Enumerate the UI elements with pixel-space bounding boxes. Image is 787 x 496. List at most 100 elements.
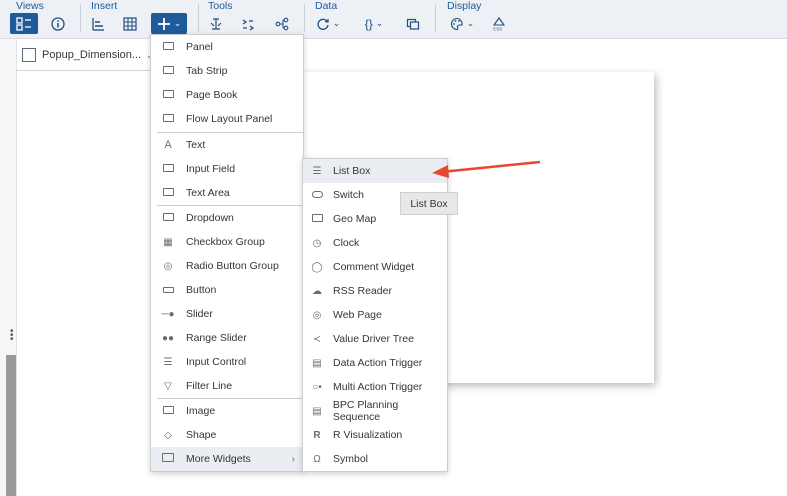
menu-item-dropdown[interactable]: Dropdown: [151, 206, 303, 230]
outline-button[interactable]: [10, 13, 38, 34]
menu-item-comment-widget[interactable]: ◯ Comment Widget: [303, 255, 447, 279]
input-field-icon: [161, 163, 175, 175]
switch-icon: [310, 190, 324, 201]
menu-item-clock[interactable]: ◷ Clock: [303, 231, 447, 255]
scrollbar[interactable]: [6, 355, 16, 496]
menu-item-rss-reader[interactable]: ☁ RSS Reader: [303, 279, 447, 303]
multi-action-icon: ○•: [312, 381, 322, 393]
toolbar: Views Insert Tools Data Display ⌄ ⌄ {} ⌄…: [0, 0, 787, 39]
menu-item-text[interactable]: A Text: [151, 133, 303, 157]
radio-icon: ◎: [163, 260, 173, 272]
text-area-icon: [161, 187, 175, 199]
folder-icon: [161, 453, 175, 465]
copy-button[interactable]: [403, 13, 423, 34]
resize-handle[interactable]: • • •: [10, 327, 14, 345]
flow-layout-icon: [161, 113, 175, 125]
css-button[interactable]: CSS: [489, 13, 509, 34]
menu-item-input-control[interactable]: ☰ Input Control: [151, 350, 303, 374]
theme-button[interactable]: ⌄: [445, 13, 479, 34]
menu-item-checkbox-group[interactable]: ▦ Checkbox Group: [151, 230, 303, 254]
menu-item-value-driver-tree[interactable]: ≺ Value Driver Tree: [303, 327, 447, 351]
menu-item-filter-line[interactable]: ▽ Filter Line: [151, 374, 303, 398]
comment-icon: ◯: [311, 261, 323, 273]
menu-item-list-box[interactable]: ☰ List Box: [303, 159, 447, 183]
menu-item-shape[interactable]: ◇ Shape: [151, 423, 303, 447]
menu-item-input-field[interactable]: Input Field: [151, 157, 303, 181]
menu-item-radio-button-group[interactable]: ◎ Radio Button Group: [151, 254, 303, 278]
compare-button[interactable]: [238, 13, 258, 34]
insert-group-label: Insert: [91, 0, 118, 12]
tree-icon: ≺: [312, 333, 322, 345]
menu-item-slider[interactable]: ─● Slider: [151, 302, 303, 326]
info-icon: [51, 16, 65, 31]
menu-item-button[interactable]: Button: [151, 278, 303, 302]
menu-item-data-action-trigger[interactable]: ▤ Data Action Trigger: [303, 351, 447, 375]
chevron-down-icon: ⌄: [332, 18, 341, 28]
page-tab[interactable]: Popup_Dimension... ⌄: [16, 40, 162, 70]
script-icon: {}: [364, 16, 373, 31]
chart-icon: [92, 17, 104, 31]
outline-icon: [16, 16, 31, 31]
svg-text:CSS: CSS: [493, 26, 502, 31]
info-button[interactable]: [48, 13, 68, 34]
text-icon: A: [164, 139, 172, 151]
menu-item-bpc-planning-sequence[interactable]: ▤ BPC Planning Sequence: [303, 399, 447, 423]
chevron-down-icon: ⌄: [375, 18, 384, 28]
table-icon: [123, 16, 137, 31]
globe-icon: ◎: [312, 309, 322, 321]
list-box-icon: ☰: [312, 165, 322, 177]
data-action-icon: ▤: [312, 357, 322, 369]
rss-icon: ☁: [312, 285, 322, 297]
menu-item-panel[interactable]: Panel: [151, 35, 303, 59]
data-group-label: Data: [315, 0, 338, 12]
button-icon: [161, 285, 175, 296]
tools-group-label: Tools: [208, 0, 233, 12]
symbol-icon: Ω: [313, 453, 321, 465]
dropdown-icon: [161, 212, 175, 224]
range-slider-icon: ●●: [161, 332, 175, 344]
menu-item-flow-layout-panel[interactable]: Flow Layout Panel: [151, 107, 303, 131]
add-icon: [157, 17, 170, 30]
formula-icon: [210, 17, 222, 30]
theme-icon: [450, 17, 463, 30]
slider-icon: ─●: [161, 308, 175, 320]
insert-table-button[interactable]: [120, 13, 140, 34]
refresh-button[interactable]: ⌄: [313, 13, 343, 34]
display-group-label: Display: [447, 0, 482, 12]
input-control-icon: ☰: [163, 356, 173, 368]
menu-item-symbol[interactable]: Ω Symbol: [303, 447, 447, 471]
insert-add-button[interactable]: ⌄: [151, 13, 187, 34]
formula-button[interactable]: [206, 13, 226, 34]
clock-icon: ◷: [312, 237, 322, 249]
chevron-right-icon: ›: [291, 453, 295, 465]
geo-map-icon: [310, 213, 324, 225]
refresh-icon: [317, 18, 329, 30]
page-book-icon: [161, 89, 175, 101]
menu-item-image[interactable]: Image: [151, 399, 303, 423]
menu-item-tab-strip[interactable]: Tab Strip: [151, 59, 303, 83]
page-tab-label: Popup_Dimension...: [42, 49, 142, 61]
chevron-down-icon: ⌄: [173, 18, 182, 28]
css-icon: CSS: [492, 16, 506, 31]
insert-menu: Panel Tab Strip Page Book Flow Layout Pa…: [150, 34, 304, 472]
menu-item-r-visualization[interactable]: R R Visualization: [303, 423, 447, 447]
script-button[interactable]: {} ⌄: [357, 13, 391, 34]
menu-item-page-book[interactable]: Page Book: [151, 83, 303, 107]
copy-icon: [406, 18, 420, 30]
menu-item-range-slider[interactable]: ●● Range Slider: [151, 326, 303, 350]
annotation-arrow: [432, 160, 541, 178]
flow-button[interactable]: [272, 13, 292, 34]
compare-icon: [242, 19, 255, 30]
menu-item-more-widgets[interactable]: More Widgets ›: [151, 447, 303, 471]
r-icon: R: [313, 429, 321, 441]
menu-item-multi-action-trigger[interactable]: ○• Multi Action Trigger: [303, 375, 447, 399]
flow-icon: [275, 17, 289, 30]
shape-icon: ◇: [164, 429, 172, 441]
menu-item-web-page[interactable]: ◎ Web Page: [303, 303, 447, 327]
views-group-label: Views: [16, 0, 44, 12]
filter-icon: ▽: [164, 380, 172, 392]
tab-strip-icon: [161, 65, 175, 77]
menu-item-text-area[interactable]: Text Area: [151, 181, 303, 205]
insert-chart-button[interactable]: [88, 13, 108, 34]
bpc-icon: ▤: [312, 405, 322, 417]
